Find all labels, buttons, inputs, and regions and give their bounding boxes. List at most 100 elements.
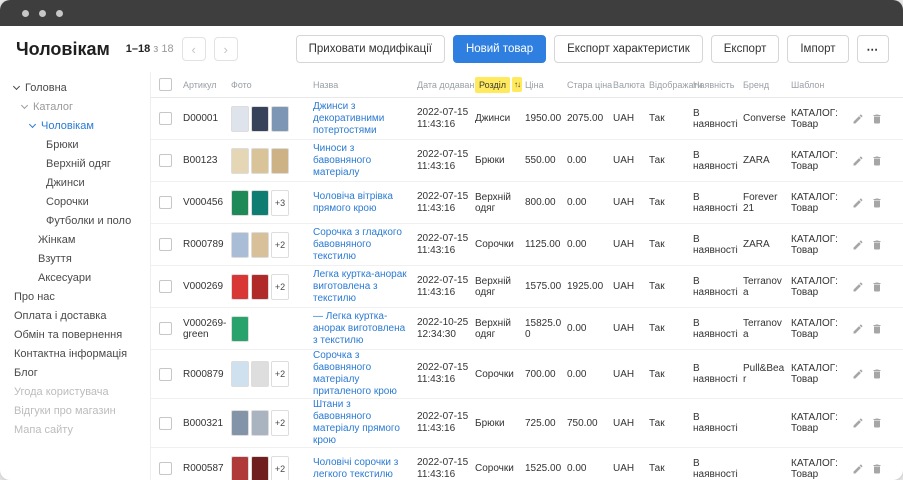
more-photos-badge[interactable]: +3 xyxy=(271,190,289,216)
table-row[interactable]: V000456 +3 Чоловіча вітрівка прямого кро… xyxy=(151,182,903,224)
column-header-name[interactable]: Назва xyxy=(313,80,417,90)
edit-icon[interactable] xyxy=(852,368,864,380)
table-row[interactable]: D00001 Джинси з декоративними потертостя… xyxy=(151,98,903,140)
product-name-link[interactable]: Чиноси з бавовняного матеріалу xyxy=(313,143,409,179)
window-control-dot[interactable] xyxy=(39,10,46,17)
row-checkbox[interactable] xyxy=(159,238,172,251)
product-name-link[interactable]: Легка куртка-анорак виготовлена з тексти… xyxy=(313,269,409,305)
edit-icon[interactable] xyxy=(852,281,864,293)
row-checkbox[interactable] xyxy=(159,280,172,293)
row-checkbox[interactable] xyxy=(159,196,172,209)
edit-icon[interactable] xyxy=(852,197,864,209)
export-button[interactable]: Експорт xyxy=(711,35,780,63)
old-price-cell: 2075.00 xyxy=(567,113,613,124)
column-header-brand[interactable]: Бренд xyxy=(743,80,791,90)
edit-icon[interactable] xyxy=(852,239,864,251)
edit-icon[interactable] xyxy=(852,155,864,167)
product-name-link[interactable]: Сорочка з гладкого бавовняного текстилю xyxy=(313,227,409,263)
sidebar-item-store-reviews[interactable]: Відгуки про магазин xyxy=(14,401,150,420)
sidebar-item-home[interactable]: Головна xyxy=(14,78,150,97)
more-photos-badge[interactable]: +2 xyxy=(271,361,289,387)
row-checkbox[interactable] xyxy=(159,322,172,335)
sidebar-item-blog[interactable]: Блог xyxy=(14,363,150,382)
column-header-display[interactable]: Відображати xyxy=(649,80,693,90)
column-header-date[interactable]: Дата додавання xyxy=(417,80,475,90)
delete-icon[interactable] xyxy=(871,239,883,251)
row-checkbox[interactable] xyxy=(159,154,172,167)
export-attributes-button[interactable]: Експорт характеристик xyxy=(554,35,703,63)
row-checkbox[interactable] xyxy=(159,368,172,381)
table-row[interactable]: V000269-green — Легка куртка-анорак виго… xyxy=(151,308,903,350)
sidebar-item-sitemap[interactable]: Мапа сайту xyxy=(14,420,150,439)
table-row[interactable]: B000321 +2 Штани з бавовняного матеріалу… xyxy=(151,399,903,448)
row-checkbox[interactable] xyxy=(159,462,172,475)
column-header-old_price[interactable]: Стара ціна xyxy=(567,80,613,90)
row-checkbox[interactable] xyxy=(159,417,172,430)
sidebar-item-outerwear[interactable]: Верхній одяг xyxy=(14,154,150,173)
sidebar-item-men[interactable]: Чоловікам xyxy=(14,116,150,135)
table-row[interactable]: V000269 +2 Легка куртка-анорак виготовле… xyxy=(151,266,903,308)
edit-icon[interactable] xyxy=(852,323,864,335)
row-actions xyxy=(843,417,883,429)
delete-icon[interactable] xyxy=(871,155,883,167)
more-button[interactable]: ⋯ xyxy=(857,35,890,63)
delete-icon[interactable] xyxy=(871,113,883,125)
delete-icon[interactable] xyxy=(871,197,883,209)
edit-icon[interactable] xyxy=(852,113,864,125)
table-row[interactable]: R000587 +2 Чоловічі сорочки з легкого те… xyxy=(151,448,903,480)
content-area: ГоловнаКаталогЧоловікамБрюкиВерхній одяг… xyxy=(0,72,903,480)
product-name-link[interactable]: Джинси з декоративними потертостями xyxy=(313,101,409,137)
prev-page-button[interactable]: ‹ xyxy=(182,37,206,61)
column-header-price[interactable]: Ціна xyxy=(525,80,567,90)
column-header-photo[interactable]: Фото xyxy=(231,80,313,90)
product-name-link[interactable]: Штани з бавовняного матеріалу прямого кр… xyxy=(313,399,409,447)
delete-icon[interactable] xyxy=(871,323,883,335)
window-control-dot[interactable] xyxy=(56,10,63,17)
edit-icon[interactable] xyxy=(852,463,864,475)
sidebar-item-about[interactable]: Про нас xyxy=(14,287,150,306)
select-all-checkbox[interactable] xyxy=(159,78,172,91)
more-photos-badge[interactable]: +2 xyxy=(271,456,289,480)
delete-icon[interactable] xyxy=(871,417,883,429)
more-photos-badge[interactable]: +2 xyxy=(271,274,289,300)
import-button[interactable]: Імпорт xyxy=(787,35,848,63)
product-name-link[interactable]: — Легка куртка-анорак виготовлена з текс… xyxy=(313,311,409,347)
table-row[interactable]: R000789 +2 Сорочка з гладкого бавовняног… xyxy=(151,224,903,266)
sidebar-item-user-agreement[interactable]: Угода користувача xyxy=(14,382,150,401)
product-name-link[interactable]: Сорочка з бавовняного матеріалу притален… xyxy=(313,350,409,398)
more-photos-badge[interactable]: +2 xyxy=(271,410,289,436)
sidebar-item-pants[interactable]: Брюки xyxy=(14,135,150,154)
window-control-dot[interactable] xyxy=(22,10,29,17)
sidebar-item-catalog[interactable]: Каталог xyxy=(14,97,150,116)
sidebar-item-contacts[interactable]: Контактна інформація xyxy=(14,344,150,363)
hide-modifications-button[interactable]: Приховати модифікації xyxy=(296,35,445,63)
delete-icon[interactable] xyxy=(871,368,883,380)
currency-cell: UAH xyxy=(613,463,649,474)
sidebar-item-exchange-return[interactable]: Обмін та повернення xyxy=(14,325,150,344)
table-row[interactable]: B00123 Чиноси з бавовняного матеріалу 20… xyxy=(151,140,903,182)
table-row[interactable]: R000879 +2 Сорочка з бавовняного матеріа… xyxy=(151,350,903,399)
column-header-currency[interactable]: Валюта xyxy=(613,80,649,90)
column-header-template[interactable]: Шаблон xyxy=(791,80,843,90)
sidebar-item-tshirts-polo[interactable]: Футболки и поло xyxy=(14,211,150,230)
edit-icon[interactable] xyxy=(852,417,864,429)
column-header-section[interactable]: Розділ↑↓ xyxy=(475,77,525,93)
sidebar-item-accessories[interactable]: Аксесуари xyxy=(14,268,150,287)
product-name-link[interactable]: Чоловічі сорочки з легкого текстилю xyxy=(313,457,409,480)
next-page-button[interactable]: › xyxy=(214,37,238,61)
more-photos-badge[interactable]: +2 xyxy=(271,232,289,258)
sort-icon[interactable]: ↑↓ xyxy=(512,77,522,92)
new-product-button[interactable]: Новий товар xyxy=(453,35,546,63)
sidebar-item-women[interactable]: Жінкам xyxy=(14,230,150,249)
product-name-link[interactable]: Чоловіча вітрівка прямого крою xyxy=(313,191,409,215)
column-header-sku[interactable]: Артикул xyxy=(183,80,231,90)
column-header-availability[interactable]: Наявність xyxy=(693,80,743,90)
delete-icon[interactable] xyxy=(871,281,883,293)
sidebar-item-payment-delivery[interactable]: Оплата і доставка xyxy=(14,306,150,325)
sidebar-item-shoes[interactable]: Взуття xyxy=(14,249,150,268)
sidebar-item-shirts[interactable]: Сорочки xyxy=(14,192,150,211)
delete-icon[interactable] xyxy=(871,463,883,475)
date-value: 2022-07-15 xyxy=(417,107,471,119)
row-checkbox[interactable] xyxy=(159,112,172,125)
sidebar-item-jeans[interactable]: Джинси xyxy=(14,173,150,192)
